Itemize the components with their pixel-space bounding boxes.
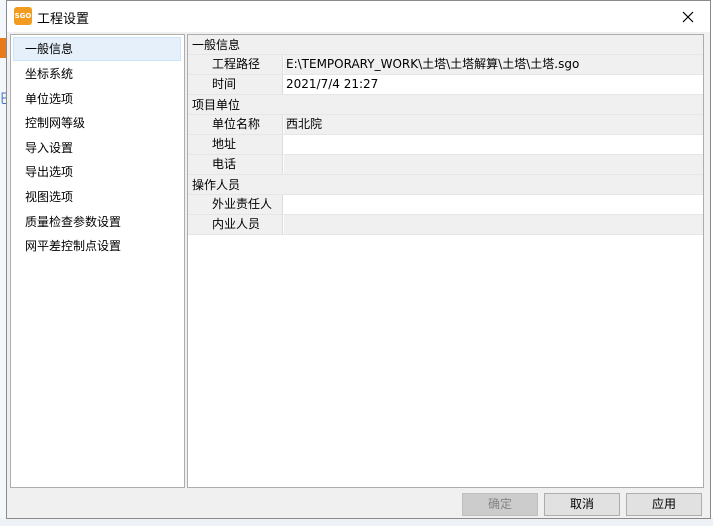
property-label: 外业责任人: [188, 195, 283, 214]
apply-button[interactable]: 应用: [626, 493, 702, 516]
phone-value[interactable]: [284, 155, 703, 174]
nav-item-control-network-level[interactable]: 控制网等级: [13, 111, 181, 135]
office-staff-value[interactable]: [284, 215, 703, 234]
property-label: 地址: [188, 135, 283, 154]
project-path-value[interactable]: E:\TEMPORARY_WORK\土塔\土塔解算\土塔\土塔.sgo: [284, 55, 703, 74]
property-label: 工程路径: [188, 55, 283, 74]
property-row-time[interactable]: 时间 2021/7/4 21:27: [188, 75, 703, 95]
category-project-unit[interactable]: 项目单位: [188, 95, 703, 115]
nav-item-export-options[interactable]: 导出选项: [13, 160, 181, 184]
property-row-address[interactable]: 地址: [188, 135, 703, 155]
nav-item-unit-options[interactable]: 单位选项: [13, 87, 181, 111]
settings-nav-list[interactable]: 一般信息 坐标系统 单位选项 控制网等级 导入设置 导出选项 视图选项 质量检查…: [10, 34, 185, 488]
ok-button[interactable]: 确定: [462, 493, 538, 516]
window-title: 工程设置: [37, 12, 90, 27]
close-button[interactable]: [671, 3, 705, 30]
property-row-project-path[interactable]: 工程路径 E:\TEMPORARY_WORK\土塔\土塔解算\土塔\土塔.sgo: [188, 55, 703, 75]
property-label: 单位名称: [188, 115, 283, 134]
sgo-app-icon: SGO: [14, 7, 32, 25]
category-label: 一般信息: [192, 38, 241, 52]
property-label: 内业人员: [188, 215, 283, 234]
nav-item-quality-check-params[interactable]: 质量检查参数设置: [13, 210, 181, 234]
property-row-field-lead[interactable]: 外业责任人: [188, 195, 703, 215]
project-settings-dialog: SGO 工程设置 一般信息 坐标系统 单位选项 控制网等级 导入设置 导出选项 …: [6, 0, 711, 519]
category-general-info[interactable]: 一般信息: [188, 35, 703, 55]
unit-name-value[interactable]: 西北院: [284, 115, 703, 134]
category-label: 项目单位: [192, 98, 241, 112]
property-row-office-staff[interactable]: 内业人员: [188, 215, 703, 235]
address-value[interactable]: [284, 135, 703, 154]
nav-item-adjustment-control-points[interactable]: 网平差控制点设置: [13, 234, 181, 258]
nav-item-import-settings[interactable]: 导入设置: [13, 136, 181, 160]
nav-item-coordinate-system[interactable]: 坐标系统: [13, 62, 181, 86]
nav-item-view-options[interactable]: 视图选项: [13, 185, 181, 209]
category-label: 操作人员: [192, 178, 241, 192]
time-value[interactable]: 2021/7/4 21:27: [284, 75, 703, 94]
close-icon: [682, 11, 694, 22]
property-row-unit-name[interactable]: 单位名称 西北院: [188, 115, 703, 135]
property-label: 时间: [188, 75, 283, 94]
property-row-phone[interactable]: 电话: [188, 155, 703, 175]
nav-item-general-info[interactable]: 一般信息: [13, 37, 181, 61]
property-label: 电话: [188, 155, 283, 174]
field-lead-value[interactable]: [284, 195, 703, 214]
property-grid: 一般信息 工程路径 E:\TEMPORARY_WORK\土塔\土塔解算\土塔\土…: [187, 34, 704, 488]
cancel-button[interactable]: 取消: [544, 493, 620, 516]
background-app-bottom: [0, 518, 713, 526]
category-operators[interactable]: 操作人员: [188, 175, 703, 195]
title-bar: SGO 工程设置: [7, 1, 710, 32]
